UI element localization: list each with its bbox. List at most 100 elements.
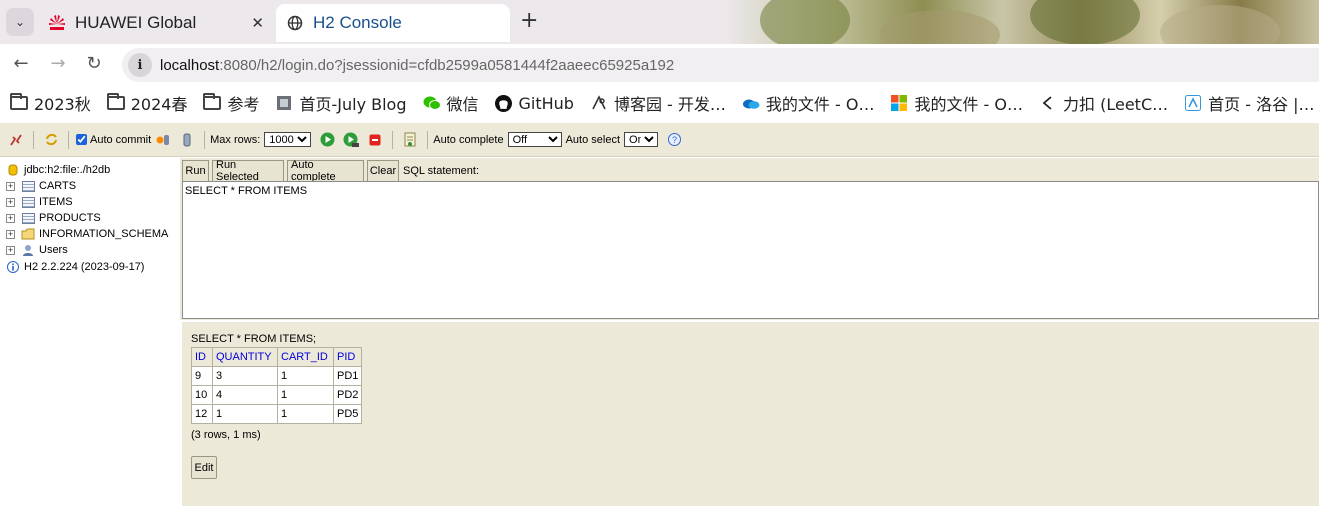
bookmark-folder-2023-autumn[interactable]: 2023秋 — [10, 91, 91, 115]
tree-item-items[interactable]: + ITEMS — [6, 194, 73, 210]
bookmark-july-blog[interactable]: 首页-July Blog — [275, 91, 407, 115]
run-button[interactable]: Run — [182, 160, 209, 182]
clear-button[interactable]: Clear — [367, 160, 399, 182]
table-header-row: ID QUANTITY CART_ID PID — [191, 347, 363, 367]
background-foliage — [760, 0, 850, 44]
bookmark-luogu[interactable]: 首页 - 洛谷 |… — [1184, 91, 1315, 115]
expand-plus-icon[interactable]: + — [6, 229, 15, 239]
expand-plus-icon[interactable]: + — [6, 197, 15, 207]
bookmark-github[interactable]: GitHub — [495, 94, 574, 113]
forward-arrow-icon[interactable]: → — [47, 53, 69, 75]
table-icon — [21, 212, 35, 224]
database-tree: jdbc:h2:file:./h2db + CARTS + ITEMS + PR… — [0, 158, 180, 506]
query-panel: Run Run Selected Auto complete Clear SQL… — [180, 158, 1319, 320]
table-cell: 12 — [191, 404, 213, 424]
auto-complete-button[interactable]: Auto complete — [287, 159, 364, 183]
github-icon — [495, 94, 513, 112]
auto-select-select[interactable]: On — [624, 132, 659, 147]
result-table: ID QUANTITY CART_ID PID 9 3 1 PD1 10 4 1… — [191, 347, 363, 424]
help-icon[interactable]: ? — [666, 132, 682, 148]
column-header-pid[interactable]: PID — [332, 347, 363, 367]
run-icon[interactable] — [319, 132, 335, 148]
sql-statement-label: SQL statement: — [403, 165, 480, 177]
tree-item-products[interactable]: + PRODUCTS — [6, 210, 101, 226]
globe-icon — [286, 14, 304, 32]
new-tab-button[interactable]: + — [520, 10, 538, 32]
tree-item-carts[interactable]: + CARTS — [6, 178, 76, 194]
background-foliage — [880, 10, 1000, 44]
folder-icon — [21, 228, 35, 240]
leetcode-icon — [1039, 94, 1057, 112]
tab-title: HUAWEI Global — [75, 13, 197, 32]
bookmarks-bar: 2023秋 2024春 参考 首页-July Blog 微信 GitHub 博客… — [0, 84, 1319, 122]
table-row: 9 3 1 PD1 — [191, 366, 363, 386]
bookmark-leetcode[interactable]: 力扣 (LeetC… — [1039, 91, 1168, 115]
tab-search-button[interactable]: ⌄ — [6, 8, 34, 36]
commit-icon[interactable] — [179, 132, 195, 148]
url-text[interactable]: localhost:8080/h2/login.do?jsessionid=cf… — [160, 57, 674, 74]
background-foliage — [1030, 0, 1140, 44]
bookmark-wechat[interactable]: 微信 — [423, 91, 479, 115]
folder-icon — [203, 93, 222, 112]
svg-text:?: ? — [672, 135, 677, 145]
tab-huawei-global[interactable]: HUAWEI Global ✕ — [38, 4, 274, 42]
site-info-icon[interactable]: i — [128, 53, 152, 77]
reload-icon[interactable]: ↻ — [83, 53, 105, 75]
browser-tab-bar: ⌄ HUAWEI Global ✕ H2 Console + — [0, 0, 1319, 44]
bookmark-folder-2024-spring[interactable]: 2024春 — [106, 91, 187, 115]
run-selected-button[interactable]: Run Selected — [212, 159, 284, 183]
tree-item-users[interactable]: + Users — [6, 242, 68, 258]
bookmark-microsoft-files[interactable]: 我的文件 - O… — [890, 91, 1023, 115]
bookmark-cnblogs[interactable]: 博客园 - 开发… — [590, 91, 726, 115]
table-cell: 3 — [212, 366, 278, 386]
rollback-icon[interactable] — [155, 132, 171, 148]
table-cell: 10 — [191, 385, 213, 405]
history-icon[interactable] — [402, 132, 418, 148]
database-icon — [6, 164, 20, 176]
max-rows-select[interactable]: 1000 — [264, 132, 312, 147]
info-icon — [6, 261, 20, 273]
users-icon — [21, 244, 35, 256]
table-row: 12 1 1 PD5 — [191, 404, 363, 424]
tree-connection[interactable]: jdbc:h2:file:./h2db — [6, 162, 110, 178]
table-cell: PD5 — [332, 404, 363, 424]
bookmark-onedrive[interactable]: 我的文件 - O… — [742, 91, 874, 115]
column-header-cart-id[interactable]: CART_ID — [277, 347, 334, 367]
column-header-id[interactable]: ID — [191, 347, 213, 367]
luogu-icon — [1184, 94, 1202, 112]
expand-plus-icon[interactable]: + — [6, 245, 15, 255]
toolbar-divider — [204, 130, 206, 149]
back-arrow-icon[interactable]: ← — [10, 53, 32, 75]
tab-title: H2 Console — [313, 13, 402, 32]
expand-plus-icon[interactable]: + — [6, 213, 15, 223]
table-cell: 1 — [277, 385, 334, 405]
toolbar-divider — [33, 130, 34, 149]
chevron-down-icon: ⌄ — [14, 15, 26, 29]
tab-h2-console[interactable]: H2 Console — [276, 4, 510, 42]
huawei-logo-icon — [48, 14, 66, 32]
address-bar[interactable]: i localhost:8080/h2/login.do?jsessionid=… — [122, 48, 1319, 82]
toolbar-divider — [68, 130, 69, 149]
cnblogs-icon — [590, 94, 608, 112]
disconnect-icon[interactable] — [8, 132, 24, 148]
table-cell: 9 — [191, 366, 213, 386]
refresh-icon[interactable] — [43, 132, 59, 148]
july-blog-icon — [275, 94, 293, 112]
table-row: 10 4 1 PD2 — [191, 385, 363, 405]
auto-commit-label: Auto commit — [90, 133, 152, 146]
auto-complete-select[interactable]: Off — [507, 132, 562, 147]
sql-editor[interactable]: SELECT * FROM ITEMS — [182, 181, 1319, 319]
close-tab-icon[interactable]: ✕ — [251, 14, 264, 32]
table-cell: 1 — [212, 404, 278, 424]
stop-icon[interactable] — [367, 132, 383, 148]
folder-icon — [10, 93, 28, 112]
expand-plus-icon[interactable]: + — [6, 181, 15, 191]
edit-button[interactable]: Edit — [191, 456, 217, 479]
column-header-quantity[interactable]: QUANTITY — [212, 347, 278, 367]
tree-item-information-schema[interactable]: + INFORMATION_SCHEMA — [6, 226, 168, 242]
run-selected-icon[interactable] — [343, 132, 360, 148]
auto-select-label: Auto select — [565, 133, 621, 146]
table-cell: PD1 — [332, 366, 363, 386]
bookmark-folder-reference[interactable]: 参考 — [203, 91, 259, 115]
auto-commit-checkbox[interactable] — [76, 134, 87, 145]
